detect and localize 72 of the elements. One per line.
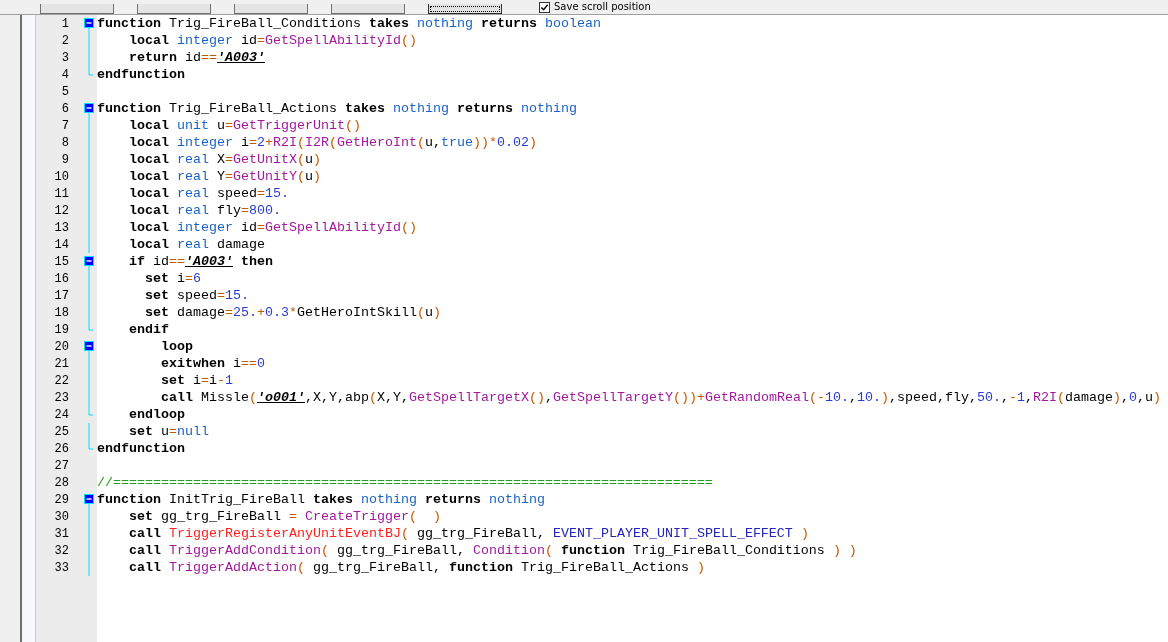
code-line: endfunction: [97, 67, 185, 82]
line-number: 17: [53, 288, 70, 303]
code-line: local integer id=GetSpellAbilityId(): [128, 33, 417, 48]
collapse-icon[interactable]: [84, 100, 94, 117]
line-number: 30: [53, 509, 70, 524]
code-line: call TriggerRegisterAnyUnitEventBJ( gg_trg_FireBall, EVENT_PLAYER_UNIT_SPELL_EFFECT ): [128, 526, 809, 541]
code-line: local real X=GetUnitX(u): [128, 152, 321, 167]
line-number: 24: [53, 407, 70, 422]
code-line: function Trig_FireBall_Conditions takes nothing returns boolean: [97, 16, 601, 31]
code-line: set gg_trg_FireBall = CreateTrigger( ): [128, 509, 441, 524]
code-line: exitwhen i==0: [160, 356, 265, 371]
code-line: endif: [128, 322, 169, 337]
code-line: set speed=15.: [144, 288, 249, 303]
code-line: call TriggerAddCondition( gg_trg_FireBall, Condition( function Trig_FireBall_Conditions ) ): [128, 543, 857, 558]
code-line: local real damage: [128, 237, 265, 252]
line-number: 29: [53, 492, 70, 507]
code-line: if id=='A003' then: [128, 254, 273, 269]
checkbox[interactable]: [539, 1, 550, 13]
line-number: 33: [53, 560, 70, 575]
line-number: 13: [53, 220, 70, 235]
line-number: 12: [53, 203, 70, 218]
toolbar-button[interactable]: [428, 4, 502, 14]
code-line: local real speed=15.: [128, 186, 289, 201]
line-number: 31: [53, 526, 70, 541]
line-number: 27: [53, 458, 70, 473]
line-number: 26: [53, 441, 70, 456]
line-number: 22: [53, 373, 70, 388]
code-line: function Trig_FireBall_Actions takes nothing returns nothing: [97, 101, 577, 116]
line-number: 14: [53, 237, 70, 252]
code-line: loop: [160, 339, 193, 354]
line-number: 16: [53, 271, 70, 286]
line-number: 18: [53, 305, 70, 320]
code-line: local integer i=2+R2I(I2R(GetHeroInt(u,true))*0.02): [128, 135, 537, 150]
code-line: return id=='A003': [128, 50, 265, 65]
line-number: 7: [60, 118, 70, 133]
code-line: set i=i-1: [160, 373, 233, 388]
line-number: 32: [53, 543, 70, 558]
code-line: endloop: [128, 407, 185, 422]
code-line: //===========================================================================: [97, 475, 713, 490]
checkbox-label: Save scroll position: [554, 1, 651, 13]
code-line: function InitTrig_FireBall takes nothing returns nothing: [97, 492, 545, 507]
code-line: set i=6: [144, 271, 201, 286]
line-number: 4: [60, 67, 70, 82]
collapse-icon[interactable]: [84, 15, 94, 32]
line-number: 5: [60, 84, 70, 99]
code-line: local unit u=GetTriggerUnit(): [128, 118, 361, 133]
code-line: endfunction: [97, 441, 185, 456]
line-number: 10: [53, 169, 70, 184]
line-number: 19: [53, 322, 70, 337]
collapse-icon[interactable]: [84, 338, 94, 355]
line-number: 21: [53, 356, 70, 371]
code-line: call Missle('o001',X,Y,abp(X,Y,GetSpellTargetX(),GetSpellTargetY())+GetRandomReal(-10.,10.),speed,fly,50.,-1,R2I(damage),0,u): [160, 390, 1161, 405]
collapse-icon[interactable]: [84, 491, 94, 508]
line-number: 6: [60, 101, 70, 116]
line-number: 2: [60, 33, 70, 48]
line-number: 15: [53, 254, 70, 269]
code-line: local real fly=800.: [128, 203, 281, 218]
code-line: local integer id=GetSpellAbilityId(): [128, 220, 417, 235]
line-number: 1: [60, 16, 70, 31]
line-number: 20: [53, 339, 70, 354]
line-number: 25: [53, 424, 70, 439]
line-number: 8: [60, 135, 70, 150]
line-number: 9: [60, 152, 70, 167]
code-line: set damage=25.+0.3*GetHeroIntSkill(u): [144, 305, 441, 320]
line-number: 23: [53, 390, 70, 405]
code-line: local real Y=GetUnitY(u): [128, 169, 321, 184]
line-number: 11: [53, 186, 70, 201]
code-line: set u=null: [128, 424, 209, 439]
collapse-icon[interactable]: [84, 253, 94, 270]
line-number: 28: [53, 475, 70, 490]
line-number: 3: [60, 50, 70, 65]
code-line: call TriggerAddAction( gg_trg_FireBall, function Trig_FireBall_Actions ): [128, 560, 705, 575]
